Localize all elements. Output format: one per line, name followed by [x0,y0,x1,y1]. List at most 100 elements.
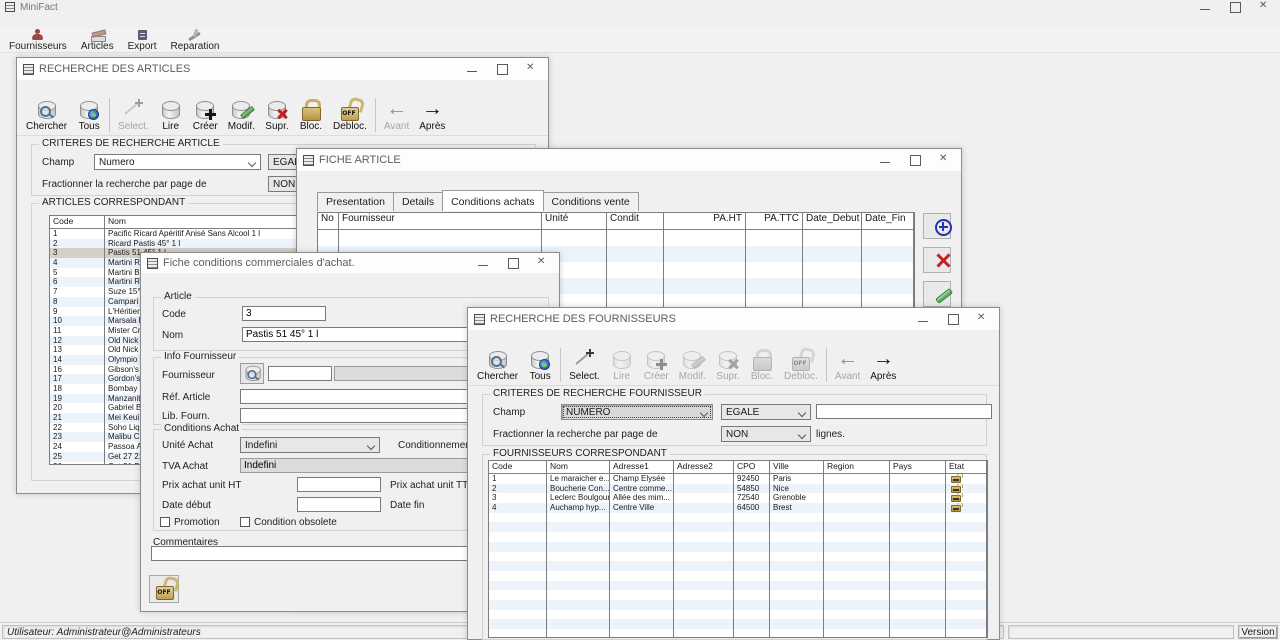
maximize-button[interactable] [496,63,508,75]
toolbar-button[interactable]: Créer [188,98,223,132]
table-row[interactable]: 2Boucherie Con...Centre comme...54850Nic… [489,484,987,494]
column-header[interactable]: Nom [547,461,610,473]
column-header[interactable]: No [318,213,339,229]
main-titlebar[interactable]: MiniFact [0,0,1280,14]
column-header[interactable]: Code [489,461,547,473]
column-header[interactable]: Etat [946,461,987,473]
minimize-button[interactable] [917,313,929,325]
prix-ht-field[interactable] [297,477,381,492]
maximize-button[interactable] [947,313,959,325]
minimize-button[interactable] [879,154,891,166]
column-header[interactable]: Fournisseur [339,213,542,229]
column-header[interactable]: CPO [734,461,770,473]
column-header[interactable]: Date_Debut [803,213,862,229]
column-header[interactable]: Condit [607,213,664,229]
unlock-button[interactable] [149,575,179,603]
close-button[interactable] [526,63,538,75]
close-button[interactable] [977,313,989,325]
paging-select[interactable]: NON [721,426,811,442]
toolbar-button[interactable]: Select. [109,98,154,132]
version-button[interactable]: Version [1238,625,1278,639]
minimize-button[interactable] [477,257,489,269]
table-cell [890,590,946,600]
table-row[interactable]: 2Ricard Pastis 45° 1 l [50,239,310,249]
add-row-button[interactable] [923,213,951,239]
titlebar[interactable]: RECHERCHE DES ARTICLES [17,58,548,80]
code-field[interactable] [242,306,326,321]
toolbar-button[interactable]: Supr. [260,98,294,132]
tab[interactable]: Conditions achats [442,190,543,211]
column-header[interactable]: Ville [770,461,824,473]
column-header[interactable]: Region [824,461,890,473]
toolbar-button[interactable]: Après [414,98,450,132]
maximize-button[interactable] [507,257,519,269]
toolbar-button[interactable]: Modif. [223,98,260,132]
main-toolbar-button[interactable]: Export [123,29,162,52]
column-header[interactable]: Code [50,216,105,228]
unite-achat-select[interactable]: Indefini [240,437,380,453]
toolbar-button[interactable]: Avant [826,348,865,382]
tab[interactable]: Details [393,192,443,211]
table-row[interactable]: 4Auchamp hyp...Centre Ville64500Brest [489,503,987,513]
main-toolbar-button[interactable]: Reparation [166,29,225,52]
toolbar-button[interactable]: Select. [560,348,605,382]
maximize-button[interactable] [909,154,921,166]
column-header[interactable]: Nom [105,216,310,228]
search-value-input[interactable] [816,404,992,419]
champ-select[interactable]: NUMERO [561,404,713,420]
table-cell [610,581,674,591]
restore-button[interactable] [1229,1,1241,13]
toolbar-button[interactable]: Chercher [21,98,72,132]
toolbar-button[interactable]: Bloc. [294,98,328,132]
titlebar[interactable]: RECHERCHE DES FOURNISSEURS [468,308,999,330]
toolbar-button[interactable]: Tous [72,98,106,132]
toolbar-button[interactable]: Lire [605,348,639,382]
close-button[interactable] [537,257,549,269]
champ-select[interactable]: Numero [94,154,261,170]
table-row[interactable]: 3Leclerc BoulgourAllée des mim...72540Gr… [489,493,987,503]
toolbar-button[interactable]: Créer [639,348,674,382]
column-header[interactable]: PA.HT [664,213,746,229]
column-header[interactable]: Adresse2 [674,461,734,473]
table-row[interactable]: 1Pacific Ricard Apéritif Anisé Sans Alco… [50,229,310,239]
minimize-button[interactable] [466,63,478,75]
titlebar[interactable]: Fiche conditions commerciales d'achat. [141,253,559,273]
toolbar-button[interactable]: Debloc. [328,98,372,132]
toolbar-button[interactable]: Modif. [674,348,711,382]
delete-row-button[interactable] [923,247,951,273]
close-button[interactable] [1259,1,1271,13]
toolbar-button[interactable]: Supr. [711,348,745,382]
date-debut-field[interactable] [297,497,381,512]
column-header[interactable]: Adresse1 [610,461,674,473]
tab[interactable]: Presentation [317,192,394,211]
column-header[interactable]: Date_Fin [862,213,914,229]
titlebar[interactable]: FICHE ARTICLE [297,149,961,171]
suppliers-results-table[interactable]: CodeNomAdresse1Adresse2CPOVilleRegionPay… [488,460,988,638]
menubar [468,330,999,346]
column-header[interactable]: Pays [890,461,946,473]
toolbar-button[interactable]: Après [865,348,901,382]
supplier-code-field[interactable] [268,366,332,381]
minimize-button[interactable] [1199,1,1211,13]
toolbar-button[interactable]: Tous [523,348,557,382]
toolbar-button[interactable]: Debloc. [779,348,823,382]
toolbar-button[interactable]: Avant [375,98,414,132]
table-cell [674,522,734,532]
table-row[interactable]: 1Le maraicher e...Champ Elysée92450Paris [489,474,987,484]
tab[interactable]: Conditions vente [543,192,639,211]
table-cell [674,552,734,562]
table-cell [824,522,890,532]
promotion-checkbox[interactable] [160,517,170,527]
column-header[interactable]: Unité [542,213,607,229]
main-toolbar-button[interactable]: Articles [76,29,119,52]
toolbar-button[interactable]: Chercher [472,348,523,382]
condition-obsolete-checkbox[interactable] [240,517,250,527]
operator-select[interactable]: EGALE [721,404,811,420]
toolbar-button[interactable]: Bloc. [745,348,779,382]
main-toolbar-button[interactable]: Fournisseurs [4,29,72,52]
column-header[interactable]: PA.TTC [746,213,803,229]
supplier-search-button[interactable] [240,363,264,384]
toolbar-button[interactable]: Lire [154,98,188,132]
edit-row-button[interactable] [923,281,951,307]
close-button[interactable] [939,154,951,166]
